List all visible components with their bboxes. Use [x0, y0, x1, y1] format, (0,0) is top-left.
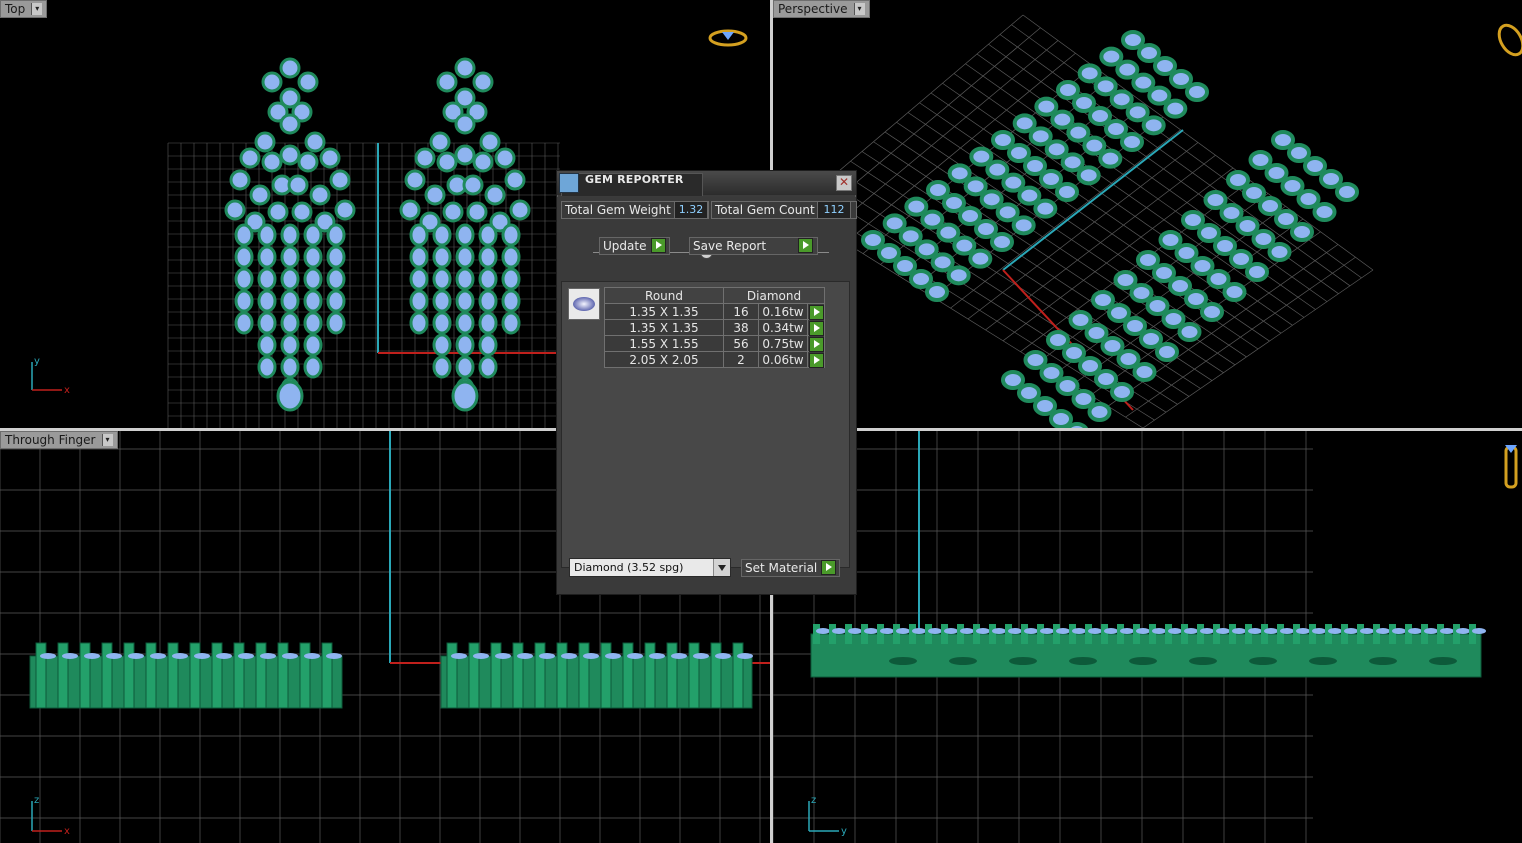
total-gem-weight-value: 1.32	[674, 201, 708, 219]
gem-reporter-icon	[559, 173, 579, 193]
viewport-label-top[interactable]: Top ▾	[0, 0, 48, 18]
close-icon[interactable]: ✕	[836, 175, 852, 191]
material-select-value: Diamond (3.52 spg)	[574, 561, 684, 574]
gem-report-panel: Round Diamond 1.35 X 1.35 16 0.16tw 1.35…	[561, 281, 850, 568]
gem-count-cell: 38	[723, 319, 759, 336]
row-go-cell	[807, 303, 825, 320]
viewport-label-perspective[interactable]: Perspective ▾	[773, 0, 870, 18]
select-gems-go-icon[interactable]	[809, 337, 824, 352]
ring-gem-icon	[722, 32, 734, 40]
gem-weight-cell: 0.34tw	[758, 319, 808, 336]
set-material-go-icon[interactable]	[821, 560, 836, 575]
gem-size-cell: 1.35 X 1.35	[604, 303, 724, 320]
earring-model	[29, 642, 343, 709]
set-material-button-label: Set Material	[745, 561, 818, 575]
axis-z-label: z	[34, 795, 39, 806]
axis-y-label: y	[34, 356, 40, 367]
gem-shape-header: Round	[604, 287, 724, 304]
select-gems-go-icon[interactable]	[809, 305, 824, 320]
round-gem-icon	[568, 288, 600, 320]
ring-orientation-icon	[1497, 23, 1522, 57]
total-gem-count-value: 112	[817, 201, 851, 219]
viewport-menu-arrow-icon[interactable]: ▾	[853, 3, 865, 15]
gem-weight-cell: 0.06tw	[758, 351, 808, 368]
dialog-title: GEM REPORTER	[585, 173, 684, 186]
gem-count-cell: 16	[723, 303, 759, 320]
gem-count-cell: 2	[723, 351, 759, 368]
row-go-cell	[807, 335, 825, 352]
viewport-menu-arrow-icon[interactable]: ▾	[101, 434, 113, 446]
save-report-go-icon[interactable]	[798, 238, 813, 253]
viewport-label-through-finger[interactable]: Through Finger ▾	[0, 431, 118, 449]
row-go-cell	[807, 351, 825, 368]
row-go-cell	[807, 319, 825, 336]
dialog-title-bar[interactable]: GEM REPORTER ✕	[557, 171, 856, 196]
gem-material-header: Diamond	[723, 287, 825, 304]
axis-x-label: x	[64, 385, 70, 396]
earring-model	[440, 642, 753, 709]
update-go-icon[interactable]	[651, 238, 666, 253]
axis-x-label: x	[64, 826, 70, 837]
perspective-view-canvas	[792, 14, 1522, 428]
viewport-perspective[interactable]: Perspective ▾	[773, 0, 1522, 428]
table-row: 1.35 X 1.35 38 0.34tw	[604, 319, 825, 336]
table-row: 2.05 X 2.05 2 0.06tw	[604, 351, 825, 368]
gem-weight-cell: 0.75tw	[758, 335, 808, 352]
viewport-menu-arrow-icon[interactable]: ▾	[31, 3, 43, 15]
chevron-down-icon[interactable]	[713, 559, 730, 576]
save-report-button-label: Save Report	[693, 239, 767, 253]
gem-size-cell: 1.55 X 1.55	[604, 335, 724, 352]
gem-reporter-dialog: GEM REPORTER ✕ Total Gem Weight 1.32 Tot…	[556, 170, 857, 595]
gem-size-cell: 1.35 X 1.35	[604, 319, 724, 336]
select-gems-go-icon[interactable]	[809, 321, 824, 336]
dialog-body: Total Gem Weight 1.32 Total Gem Count 11…	[557, 197, 857, 594]
table-row: 1.55 X 1.55 56 0.75tw	[604, 335, 825, 352]
material-select[interactable]: Diamond (3.52 spg)	[569, 558, 731, 577]
earring-model	[224, 57, 356, 412]
gem-weight-cell: 0.16tw	[758, 303, 808, 320]
earring-model	[810, 624, 1486, 678]
select-gems-go-icon[interactable]	[809, 353, 824, 368]
axis-y-label: y	[841, 826, 847, 837]
earring-model	[399, 57, 531, 412]
side-view-canvas: z y	[773, 431, 1518, 843]
gem-size-cell: 2.05 X 2.05	[604, 351, 724, 368]
ring-orientation-icon	[1504, 445, 1518, 489]
axis-z-label: z	[811, 795, 816, 806]
update-button-label: Update	[603, 239, 647, 253]
gem-count-cell: 56	[723, 335, 759, 352]
table-row: 1.35 X 1.35 16 0.16tw	[604, 303, 825, 320]
gem-table: Round Diamond 1.35 X 1.35 16 0.16tw 1.35…	[604, 287, 825, 368]
viewport-side[interactable]: z y	[773, 431, 1522, 843]
